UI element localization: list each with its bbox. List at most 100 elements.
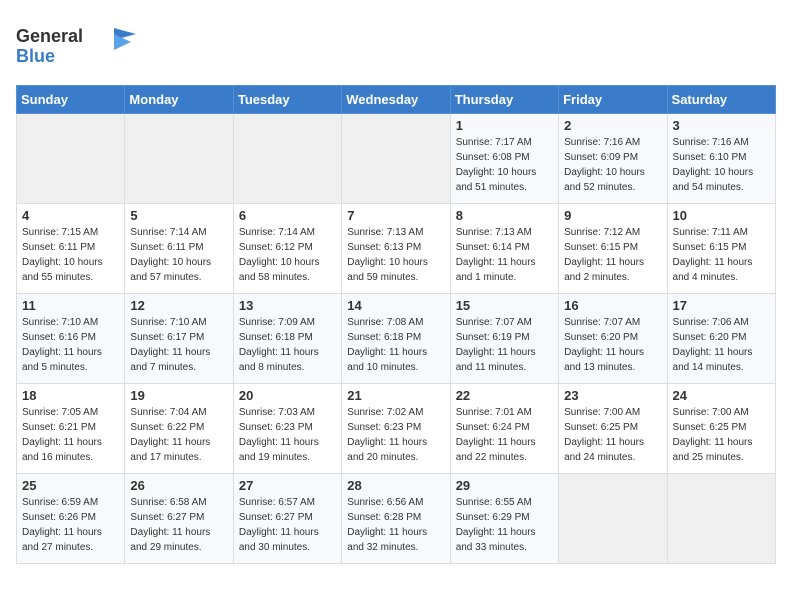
calendar-cell: 20Sunrise: 7:03 AM Sunset: 6:23 PM Dayli… <box>233 384 341 474</box>
cell-info: Sunrise: 7:11 AM Sunset: 6:15 PM Dayligh… <box>673 225 770 285</box>
cell-info: Sunrise: 6:55 AM Sunset: 6:29 PM Dayligh… <box>456 495 553 555</box>
calendar-cell <box>667 474 775 564</box>
calendar-table: SundayMondayTuesdayWednesdayThursdayFrid… <box>16 85 776 564</box>
day-number: 19 <box>130 388 227 403</box>
day-number: 18 <box>22 388 119 403</box>
cell-info: Sunrise: 6:58 AM Sunset: 6:27 PM Dayligh… <box>130 495 227 555</box>
logo: General Blue <box>16 20 136 75</box>
day-number: 16 <box>564 298 661 313</box>
day-number: 2 <box>564 118 661 133</box>
calendar-cell: 15 Sunrise: 7:07 AM Sunset: 6:19 PM Dayli… <box>450 294 558 384</box>
week-row-3: 11 Sunrise: 7:10 AM Sunset: 6:16 PM Dayli… <box>17 294 776 384</box>
calendar-cell: 6 Sunrise: 7:14 AM Sunset: 6:12 PM Daylig… <box>233 204 341 294</box>
day-number: 26 <box>130 478 227 493</box>
cell-info: Sunrise: 7:00 AM Sunset: 6:25 PM Dayligh… <box>673 405 770 465</box>
calendar-cell: 21 Sunrise: 7:02 AM Sunset: 6:23 PM Dayli… <box>342 384 450 474</box>
day-number: 4 <box>22 208 119 223</box>
calendar-cell: 3 Sunrise: 7:16 AM Sunset: 6:10 PM Daylig… <box>667 114 775 204</box>
svg-text:Blue: Blue <box>16 46 55 66</box>
calendar-cell: 7 Sunrise: 7:13 AM Sunset: 6:13 PM Daylig… <box>342 204 450 294</box>
cell-info: Sunrise: 6:57 AM Sunset: 6:27 PM Dayligh… <box>239 495 336 555</box>
calendar-cell <box>17 114 125 204</box>
svg-text:General: General <box>16 26 83 46</box>
day-number: 8 <box>456 208 553 223</box>
logo-text: General Blue <box>16 20 136 75</box>
calendar-cell: 1 Sunrise: 7:17 AM Sunset: 6:08 PM Daylig… <box>450 114 558 204</box>
day-number: 7 <box>347 208 444 223</box>
day-number: 5 <box>130 208 227 223</box>
day-number: 25 <box>22 478 119 493</box>
day-number: 21 <box>347 388 444 403</box>
day-number: 6 <box>239 208 336 223</box>
header-row: SundayMondayTuesdayWednesdayThursdayFrid… <box>17 86 776 114</box>
cell-info: Sunrise: 6:59 AM Sunset: 6:26 PM Dayligh… <box>22 495 119 555</box>
calendar-cell: 8 Sunrise: 7:13 AM Sunset: 6:14 PM Daylig… <box>450 204 558 294</box>
calendar-cell: 4 Sunrise: 7:15 AM Sunset: 6:11 PM Daylig… <box>17 204 125 294</box>
calendar-cell: 19 Sunrise: 7:04 AM Sunset: 6:22 PM Dayli… <box>125 384 233 474</box>
header-cell-monday: Monday <box>125 86 233 114</box>
cell-info: Sunrise: 7:07 AM Sunset: 6:19 PM Dayligh… <box>456 315 553 375</box>
day-number: 11 <box>22 298 119 313</box>
day-number: 24 <box>673 388 770 403</box>
cell-info: Sunrise: 7:04 AM Sunset: 6:22 PM Dayligh… <box>130 405 227 465</box>
cell-info: Sunrise: 7:10 AM Sunset: 6:16 PM Dayligh… <box>22 315 119 375</box>
day-number: 23 <box>564 388 661 403</box>
day-number: 12 <box>130 298 227 313</box>
page-header: General Blue <box>16 16 776 75</box>
calendar-cell: 29 Sunrise: 6:55 AM Sunset: 6:29 PM Dayli… <box>450 474 558 564</box>
day-number: 9 <box>564 208 661 223</box>
cell-info: Sunrise: 7:14 AM Sunset: 6:11 PM Dayligh… <box>130 225 227 285</box>
day-number: 3 <box>673 118 770 133</box>
calendar-cell: 9 Sunrise: 7:12 AM Sunset: 6:15 PM Daylig… <box>559 204 667 294</box>
calendar-cell: 13Sunrise: 7:09 AM Sunset: 6:18 PM Dayli… <box>233 294 341 384</box>
day-number: 29 <box>456 478 553 493</box>
calendar-cell: 28 Sunrise: 6:56 AM Sunset: 6:28 PM Dayli… <box>342 474 450 564</box>
day-number: 1 <box>456 118 553 133</box>
cell-info: Sunrise: 7:17 AM Sunset: 6:08 PM Dayligh… <box>456 135 553 195</box>
cell-info: Sunrise: 7:16 AM Sunset: 6:10 PM Dayligh… <box>673 135 770 195</box>
calendar-cell: 12 Sunrise: 7:10 AM Sunset: 6:17 PM Dayli… <box>125 294 233 384</box>
calendar-cell: 5 Sunrise: 7:14 AM Sunset: 6:11 PM Daylig… <box>125 204 233 294</box>
cell-info: Sunrise: 7:02 AM Sunset: 6:23 PM Dayligh… <box>347 405 444 465</box>
cell-info: Sunrise: 7:10 AM Sunset: 6:17 PM Dayligh… <box>130 315 227 375</box>
calendar-cell: 26 Sunrise: 6:58 AM Sunset: 6:27 PM Dayli… <box>125 474 233 564</box>
cell-info: Sunrise: 7:16 AM Sunset: 6:09 PM Dayligh… <box>564 135 661 195</box>
day-number: 10 <box>673 208 770 223</box>
day-number: 14 <box>347 298 444 313</box>
calendar-cell: 2 Sunrise: 7:16 AM Sunset: 6:09 PM Daylig… <box>559 114 667 204</box>
cell-info: Sunrise: 7:13 AM Sunset: 6:14 PM Dayligh… <box>456 225 553 285</box>
day-number: 13 <box>239 298 336 313</box>
cell-info: Sunrise: 7:03 AM Sunset: 6:23 PM Dayligh… <box>239 405 336 465</box>
week-row-2: 4 Sunrise: 7:15 AM Sunset: 6:11 PM Daylig… <box>17 204 776 294</box>
cell-info: Sunrise: 7:00 AM Sunset: 6:25 PM Dayligh… <box>564 405 661 465</box>
cell-info: Sunrise: 6:56 AM Sunset: 6:28 PM Dayligh… <box>347 495 444 555</box>
day-number: 15 <box>456 298 553 313</box>
cell-info: Sunrise: 7:01 AM Sunset: 6:24 PM Dayligh… <box>456 405 553 465</box>
cell-info: Sunrise: 7:12 AM Sunset: 6:15 PM Dayligh… <box>564 225 661 285</box>
calendar-cell <box>342 114 450 204</box>
calendar-cell: 22Sunrise: 7:01 AM Sunset: 6:24 PM Dayli… <box>450 384 558 474</box>
day-number: 28 <box>347 478 444 493</box>
day-number: 17 <box>673 298 770 313</box>
header-cell-sunday: Sunday <box>17 86 125 114</box>
cell-info: Sunrise: 7:15 AM Sunset: 6:11 PM Dayligh… <box>22 225 119 285</box>
calendar-header: SundayMondayTuesdayWednesdayThursdayFrid… <box>17 86 776 114</box>
calendar-cell <box>233 114 341 204</box>
calendar-cell: 25 Sunrise: 6:59 AM Sunset: 6:26 PM Dayli… <box>17 474 125 564</box>
calendar-cell <box>559 474 667 564</box>
header-cell-thursday: Thursday <box>450 86 558 114</box>
cell-info: Sunrise: 7:07 AM Sunset: 6:20 PM Dayligh… <box>564 315 661 375</box>
calendar-body: 1 Sunrise: 7:17 AM Sunset: 6:08 PM Daylig… <box>17 114 776 564</box>
week-row-1: 1 Sunrise: 7:17 AM Sunset: 6:08 PM Daylig… <box>17 114 776 204</box>
cell-info: Sunrise: 7:08 AM Sunset: 6:18 PM Dayligh… <box>347 315 444 375</box>
calendar-cell: 16 Sunrise: 7:07 AM Sunset: 6:20 PM Dayli… <box>559 294 667 384</box>
cell-info: Sunrise: 7:13 AM Sunset: 6:13 PM Dayligh… <box>347 225 444 285</box>
calendar-cell: 11 Sunrise: 7:10 AM Sunset: 6:16 PM Dayli… <box>17 294 125 384</box>
header-cell-friday: Friday <box>559 86 667 114</box>
calendar-cell: 17 Sunrise: 7:06 AM Sunset: 6:20 PM Dayli… <box>667 294 775 384</box>
cell-info: Sunrise: 7:06 AM Sunset: 6:20 PM Dayligh… <box>673 315 770 375</box>
calendar-cell: 24 Sunrise: 7:00 AM Sunset: 6:25 PM Dayli… <box>667 384 775 474</box>
calendar-cell: 27Sunrise: 6:57 AM Sunset: 6:27 PM Dayli… <box>233 474 341 564</box>
header-cell-saturday: Saturday <box>667 86 775 114</box>
cell-info: Sunrise: 7:14 AM Sunset: 6:12 PM Dayligh… <box>239 225 336 285</box>
